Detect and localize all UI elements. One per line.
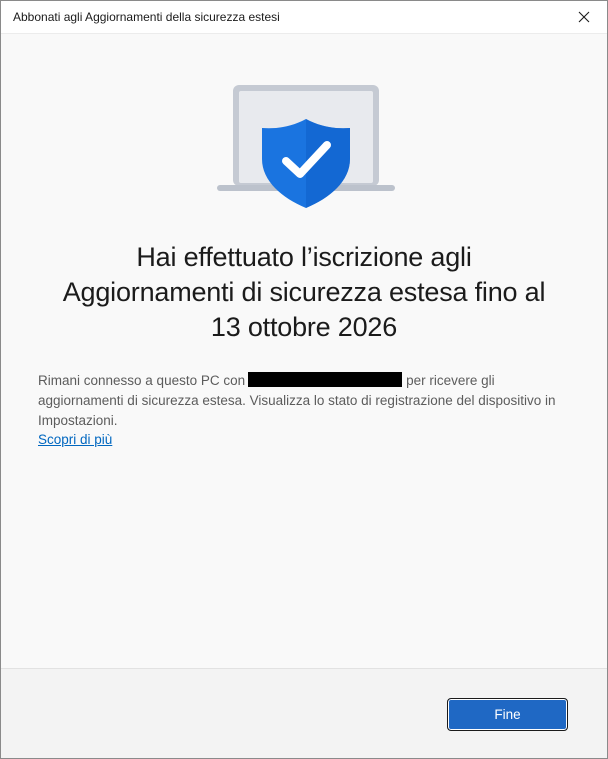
redacted-account [248, 372, 403, 387]
dialog-footer: Fine [1, 668, 607, 758]
dialog-content: Hai effettuato l’iscrizione agli Aggiorn… [1, 34, 607, 668]
learn-more-link[interactable]: Scopri di più [38, 432, 112, 447]
shield-check-laptop-icon [217, 85, 395, 208]
headline-line: Hai effettuato l’iscrizione agli [136, 242, 472, 272]
done-button[interactable]: Fine [447, 698, 568, 731]
window-title: Abbonati agli Aggiornamenti della sicure… [13, 10, 280, 24]
description-before: Rimani connesso a questo PC con [38, 373, 246, 388]
dialog-window: Abbonati agli Aggiornamenti della sicure… [0, 0, 608, 759]
close-icon [578, 11, 590, 23]
description-text: Rimani connesso a questo PC con per ricev… [38, 371, 578, 431]
headline-line: Aggiornamenti di sicurezza estesa fino a… [62, 277, 546, 307]
title-bar: Abbonati agli Aggiornamenti della sicure… [1, 1, 607, 34]
page-title: Hai effettuato l’iscrizione agli Aggiorn… [1, 240, 607, 345]
headline-line: 13 ottobre 2026 [210, 312, 398, 342]
close-button[interactable] [561, 1, 607, 33]
